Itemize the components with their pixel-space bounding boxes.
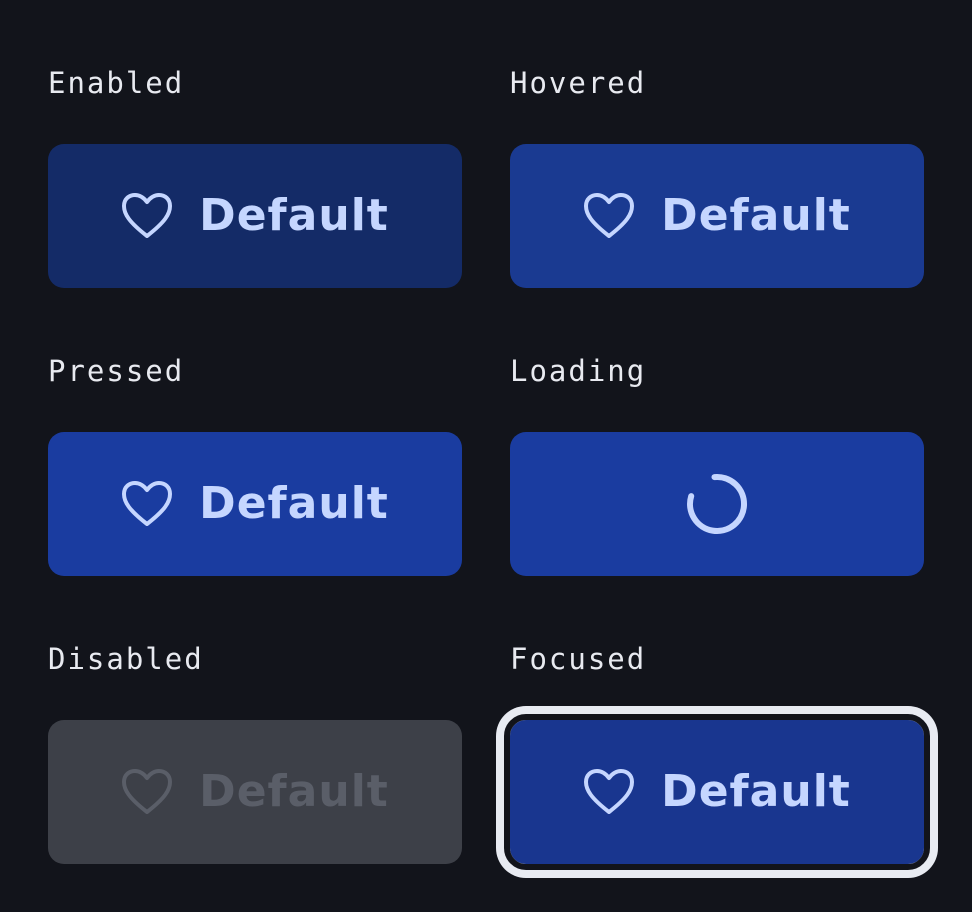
button-states-grid: Enabled Default Hovered Default Pressed …: [48, 66, 930, 870]
state-focused: Focused Default: [504, 642, 930, 870]
default-button-focused[interactable]: Default: [504, 714, 930, 870]
button-label: Default: [661, 766, 851, 817]
state-enabled: Enabled Default: [48, 66, 462, 288]
default-button-enabled[interactable]: Default: [48, 144, 462, 288]
default-button-disabled: Default: [48, 720, 462, 864]
default-button-loading[interactable]: [510, 432, 924, 576]
heart-icon: [583, 768, 635, 816]
state-pressed: Pressed Default: [48, 354, 462, 576]
button-label: Default: [199, 766, 389, 817]
state-label-enabled: Enabled: [48, 66, 185, 100]
default-button-pressed[interactable]: Default: [48, 432, 462, 576]
button-label: Default: [199, 478, 389, 529]
heart-icon: [583, 192, 635, 240]
state-label-disabled: Disabled: [48, 642, 204, 676]
heart-icon: [121, 192, 173, 240]
state-hovered: Hovered Default: [510, 66, 924, 288]
button-label: Default: [199, 190, 389, 241]
spinner-icon: [685, 472, 749, 536]
heart-icon: [121, 480, 173, 528]
state-loading: Loading: [510, 354, 924, 576]
state-disabled: Disabled Default: [48, 642, 462, 864]
state-label-pressed: Pressed: [48, 354, 185, 388]
state-label-hovered: Hovered: [510, 66, 647, 100]
heart-icon: [121, 768, 173, 816]
state-label-focused: Focused: [510, 642, 647, 676]
button-label: Default: [661, 190, 851, 241]
state-label-loading: Loading: [510, 354, 647, 388]
default-button-hovered[interactable]: Default: [510, 144, 924, 288]
